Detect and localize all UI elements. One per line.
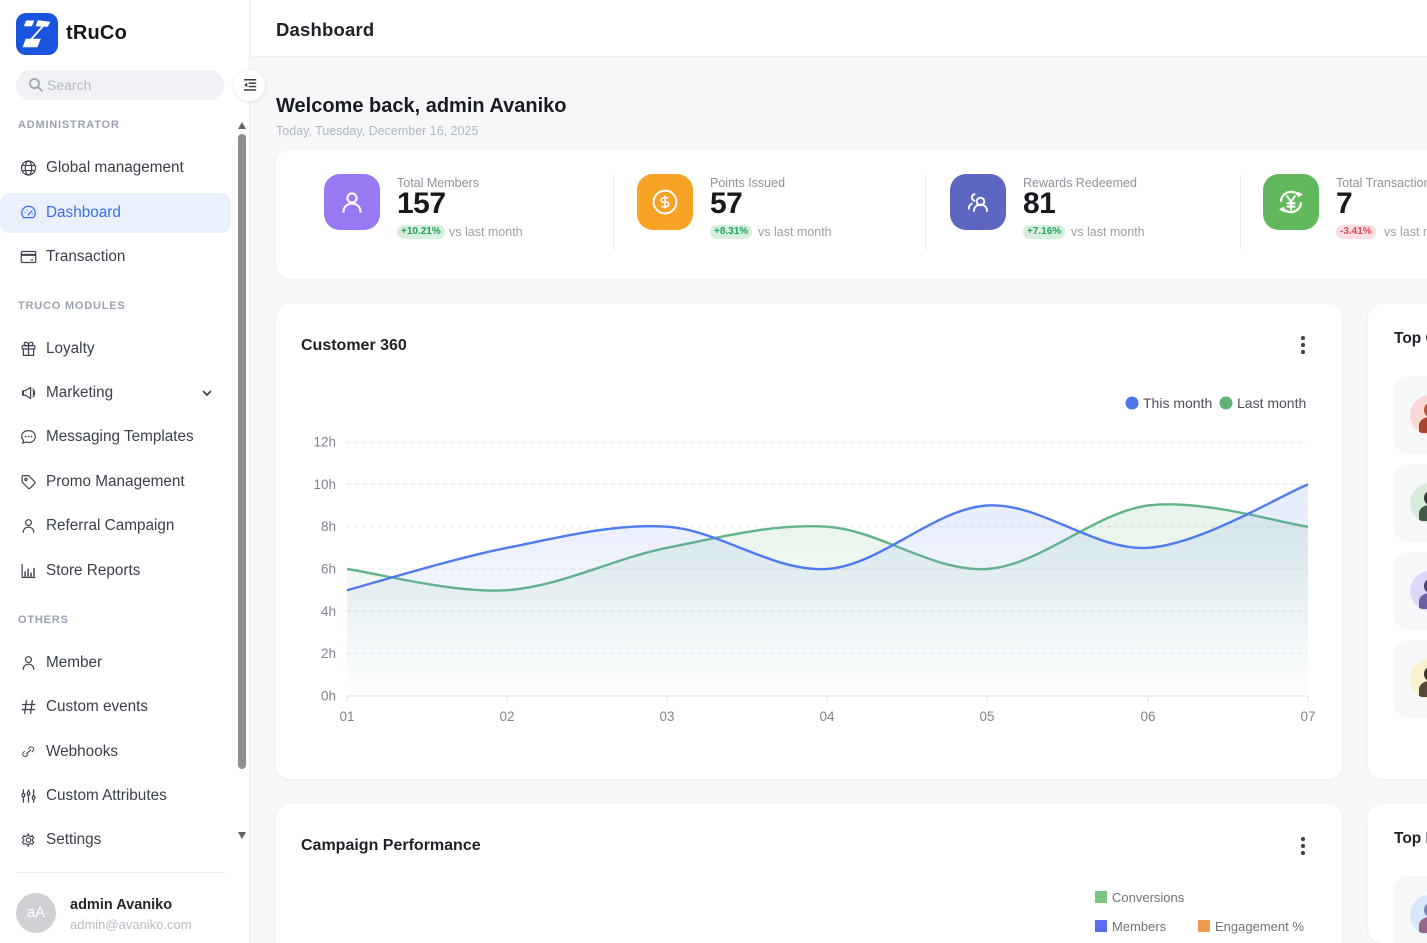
- svg-text:07: 07: [1300, 709, 1315, 724]
- svg-text:06: 06: [1140, 709, 1155, 724]
- svg-text:8h: 8h: [321, 519, 336, 534]
- svg-text:04: 04: [819, 709, 835, 724]
- svg-text:0h: 0h: [321, 689, 336, 704]
- svg-text:02: 02: [499, 709, 514, 724]
- svg-text:2h: 2h: [321, 646, 336, 661]
- svg-text:4h: 4h: [321, 604, 336, 619]
- svg-text:This month: This month: [1143, 395, 1212, 411]
- svg-text:Last month: Last month: [1237, 395, 1306, 411]
- svg-text:03: 03: [659, 709, 674, 724]
- svg-text:05: 05: [979, 709, 994, 724]
- svg-text:12h: 12h: [313, 435, 336, 450]
- svg-text:10h: 10h: [313, 477, 336, 492]
- svg-text:6h: 6h: [321, 562, 336, 577]
- svg-text:01: 01: [339, 709, 354, 724]
